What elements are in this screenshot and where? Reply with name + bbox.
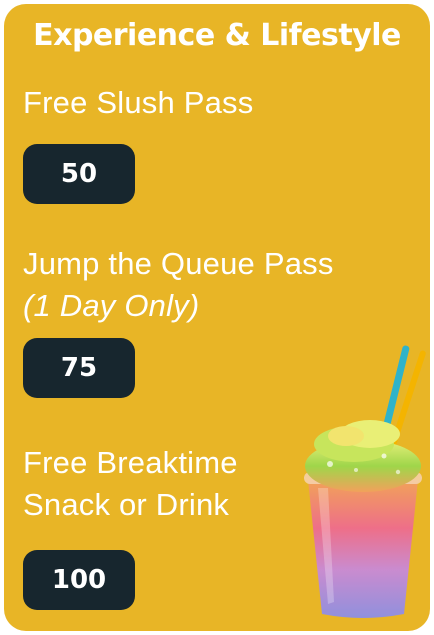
- reward-label-breaktime-snack: Free Breaktime Snack or Drink: [23, 442, 293, 526]
- rewards-card: Experience & Lifestyle Free Slush Pass 5…: [4, 4, 430, 631]
- reward-name: Free Slush Pass: [23, 85, 254, 120]
- reward-label-jump-the-queue: Jump the Queue Pass (1 Day Only): [23, 243, 334, 327]
- card-title: Experience & Lifestyle: [33, 18, 401, 53]
- reward-name: Free Breaktime Snack or Drink: [23, 445, 238, 522]
- reward-points-badge[interactable]: 100: [23, 550, 135, 610]
- slush-cup-icon: [304, 345, 426, 618]
- reward-points-badge[interactable]: 75: [23, 338, 135, 398]
- reward-note: (1 Day Only): [23, 288, 200, 323]
- reward-name: Jump the Queue Pass: [23, 246, 334, 281]
- reward-points-badge[interactable]: 50: [23, 144, 135, 204]
- reward-label-free-slush-pass: Free Slush Pass: [23, 82, 253, 124]
